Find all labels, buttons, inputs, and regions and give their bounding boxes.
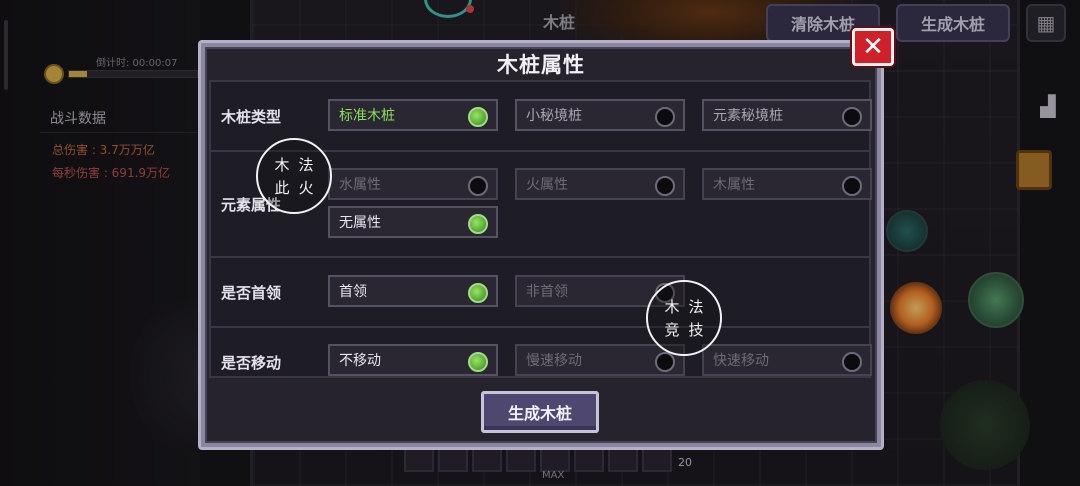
option-elemental-realm-dummy[interactable]: 元素秘境桩	[702, 99, 872, 131]
option-small-realm-dummy[interactable]: 小秘境桩	[515, 99, 685, 131]
option-label: 无属性	[339, 215, 381, 231]
radio-unselected-icon	[842, 352, 862, 372]
radio-selected-icon	[468, 214, 488, 234]
option-standard-dummy[interactable]: 标准木桩	[328, 99, 498, 131]
close-icon[interactable]: ✕	[852, 28, 894, 66]
generate-dummy-button[interactable]: 生成木桩	[481, 391, 599, 433]
option-label: 不移动	[339, 353, 381, 369]
option-label: 慢速移动	[526, 353, 582, 369]
seal-char: 木	[274, 156, 290, 174]
radio-unselected-icon	[655, 176, 675, 196]
seal-char: 此	[274, 179, 290, 197]
seal-char: 木	[664, 298, 680, 316]
option-stationary[interactable]: 不移动	[328, 344, 498, 376]
radio-selected-icon	[468, 283, 488, 303]
row-boss: 是否首领 首领 非首领	[211, 258, 869, 328]
option-label: 元素秘境桩	[713, 108, 783, 124]
attribute-options-panel: 木桩类型 标准木桩 小秘境桩 元素秘境桩 元素属性 水属性 火属性 木属性 无属…	[209, 80, 872, 380]
option-water[interactable]: 水属性	[328, 168, 498, 200]
row-label: 木桩类型	[221, 108, 282, 126]
dialog-title: 木桩属性	[497, 53, 585, 77]
option-fast-move[interactable]: 快速移动	[702, 344, 872, 376]
option-label: 首领	[339, 284, 367, 300]
option-wood[interactable]: 木属性	[702, 168, 872, 200]
seal-char: 法	[688, 298, 704, 316]
option-label: 水属性	[339, 177, 381, 193]
watermark-seal: 木 法 此 火	[256, 138, 332, 214]
option-label: 火属性	[526, 177, 568, 193]
option-no-element[interactable]: 无属性	[328, 206, 498, 238]
radio-unselected-icon	[468, 176, 488, 196]
radio-selected-icon	[468, 107, 488, 127]
option-label: 木属性	[713, 177, 755, 193]
option-label: 小秘境桩	[526, 108, 582, 124]
row-label: 是否首领	[221, 284, 282, 302]
option-fire[interactable]: 火属性	[515, 168, 685, 200]
radio-unselected-icon	[842, 176, 862, 196]
option-slow-move[interactable]: 慢速移动	[515, 344, 685, 376]
option-boss[interactable]: 首领	[328, 275, 498, 307]
option-label: 快速移动	[713, 353, 769, 369]
option-label: 非首领	[526, 284, 568, 300]
row-movement: 是否移动 不移动 慢速移动 快速移动	[211, 328, 872, 380]
radio-unselected-icon	[655, 352, 675, 372]
seal-char: 技	[688, 321, 704, 339]
radio-unselected-icon	[655, 107, 675, 127]
row-label: 是否移动	[221, 354, 282, 372]
seal-char: 竞	[664, 321, 680, 339]
radio-unselected-icon	[842, 107, 862, 127]
seal-char: 法	[298, 156, 314, 174]
watermark-seal: 木 法 竞 技	[646, 280, 722, 356]
seal-char: 火	[298, 179, 314, 197]
option-label: 标准木桩	[339, 108, 395, 124]
radio-selected-icon	[468, 352, 488, 372]
